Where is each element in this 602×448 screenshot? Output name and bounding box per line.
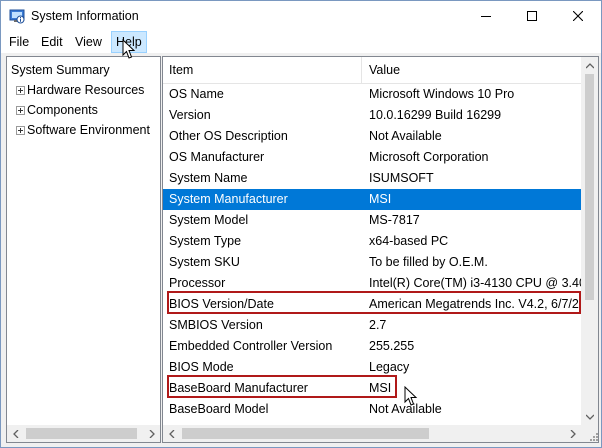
item-cell: System Name — [169, 171, 248, 185]
scrollbar-thumb[interactable] — [26, 428, 137, 439]
minimize-button[interactable] — [463, 1, 509, 31]
scroll-left-icon[interactable] — [7, 425, 24, 442]
value-cell: Microsoft Corporation — [369, 150, 489, 164]
table-row[interactable]: SMBIOS Version 2.7 — [163, 315, 581, 336]
value-cell: MSI — [369, 381, 392, 395]
item-cell: System Manufacturer — [169, 192, 288, 206]
scroll-down-icon[interactable] — [581, 408, 598, 425]
maximize-icon — [527, 11, 537, 21]
list-horizontal-scrollbar[interactable] — [163, 425, 581, 442]
item-cell: Other OS Description — [169, 129, 288, 143]
tree-item-label: System Summary — [9, 60, 112, 80]
item-cell: OS Manufacturer — [169, 150, 265, 164]
table-row[interactable]: Version 10.0.16299 Build 16299 — [163, 105, 581, 126]
tree-item-label: Components — [27, 103, 98, 117]
item-cell: Processor — [169, 276, 226, 290]
value-cell: MS-7817 — [369, 213, 420, 227]
scroll-right-icon[interactable] — [143, 425, 160, 442]
close-button[interactable] — [555, 1, 601, 31]
value-cell: Legacy — [369, 360, 410, 374]
value-cell: x64-based PC — [369, 234, 449, 248]
resize-grip-icon[interactable] — [589, 431, 599, 445]
scroll-up-icon[interactable] — [581, 57, 598, 74]
value-cell: American Megatrends Inc. V4.2, 6/7/2014 — [369, 297, 581, 311]
value-cell: Microsoft Windows 10 Pro — [369, 87, 515, 101]
table-row[interactable]: System Manufacturer MSI — [163, 189, 581, 210]
window-title: System Information — [31, 9, 139, 23]
expand-icon[interactable] — [16, 126, 25, 135]
minimize-icon — [481, 16, 491, 17]
scrollbar-thumb[interactable] — [585, 74, 594, 300]
menu-edit[interactable]: Edit — [37, 31, 67, 53]
item-cell: Embedded Controller Version — [169, 339, 333, 353]
item-cell: BaseBoard Model — [169, 402, 269, 416]
column-header-item[interactable]: Item — [169, 57, 193, 83]
value-cell: Intel(R) Core(TM) i3-4130 CPU @ 3.40GHz — [369, 276, 581, 290]
table-row[interactable]: BaseBoard Manufacturer MSI — [163, 378, 581, 399]
value-cell: 10.0.16299 Build 16299 — [369, 108, 502, 122]
table-row[interactable]: System SKU To be filled by O.E.M. — [163, 252, 581, 273]
value-cell: ISUMSOFT — [369, 171, 434, 185]
item-cell: BIOS Mode — [169, 360, 234, 374]
tree-horizontal-scrollbar[interactable] — [7, 425, 160, 442]
tree-item-label: Hardware Resources — [27, 83, 145, 97]
item-cell: OS Name — [169, 87, 224, 101]
item-cell: System Model — [169, 213, 249, 227]
value-cell: Not Available — [369, 129, 442, 143]
menu-view[interactable]: View — [71, 31, 106, 53]
table-row[interactable]: System Type x64-based PC — [163, 231, 581, 252]
expand-icon[interactable] — [16, 106, 25, 115]
item-cell: BaseBoard Manufacturer — [169, 381, 308, 395]
table-row[interactable]: BaseBoard Model Not Available — [163, 399, 581, 420]
item-cell: System Type — [169, 234, 242, 248]
column-header-row: Item Value — [163, 57, 581, 84]
system-information-window: System Information File Edit View Help S… — [0, 0, 602, 448]
menu-file[interactable]: File — [5, 31, 33, 53]
details-list[interactable]: Item Value OS Name Microsoft Windows 10 P… — [162, 56, 599, 443]
value-cell: MSI — [369, 192, 392, 206]
table-row[interactable]: Processor Intel(R) Core(TM) i3-4130 CPU @… — [163, 273, 581, 294]
menu-help[interactable]: Help — [111, 31, 147, 53]
maximize-button[interactable] — [509, 1, 555, 31]
scrollbar-thumb[interactable] — [182, 428, 429, 439]
expand-icon[interactable] — [16, 86, 25, 95]
title-bar[interactable]: System Information — [1, 1, 601, 31]
table-row[interactable]: System Model MS-7817 — [163, 210, 581, 231]
table-row[interactable]: Embedded Controller Version 255.255 — [163, 336, 581, 357]
table-row[interactable]: OS Manufacturer Microsoft Corporation — [163, 147, 581, 168]
table-row[interactable]: OS Name Microsoft Windows 10 Pro — [163, 84, 581, 105]
item-cell: SMBIOS Version — [169, 318, 263, 332]
value-cell: Not Available — [369, 402, 442, 416]
value-cell: 2.7 — [369, 318, 387, 332]
column-divider[interactable] — [361, 57, 362, 83]
scroll-right-icon[interactable] — [564, 425, 581, 442]
value-cell: 255.255 — [369, 339, 415, 353]
close-icon — [573, 11, 583, 21]
item-cell: System SKU — [169, 255, 240, 269]
value-cell: To be filled by O.E.M. — [369, 255, 488, 269]
scroll-left-icon[interactable] — [163, 425, 180, 442]
menu-bar: File Edit View Help — [1, 31, 601, 53]
list-vertical-scrollbar[interactable] — [581, 57, 598, 425]
table-row[interactable]: BIOS Version/Date American Megatrends Inc… — [163, 294, 581, 315]
item-cell: Version — [169, 108, 211, 122]
category-tree[interactable]: System Summary Hardware Resources Compon… — [6, 56, 161, 443]
table-row[interactable]: Other OS Description Not Available — [163, 126, 581, 147]
system-information-icon — [9, 8, 25, 24]
column-header-value[interactable]: Value — [369, 57, 400, 83]
item-cell: BIOS Version/Date — [169, 297, 274, 311]
tree-item-label: Software Environment — [27, 123, 150, 137]
table-row[interactable]: System Name ISUMSOFT — [163, 168, 581, 189]
table-row[interactable]: BIOS Mode Legacy — [163, 357, 581, 378]
